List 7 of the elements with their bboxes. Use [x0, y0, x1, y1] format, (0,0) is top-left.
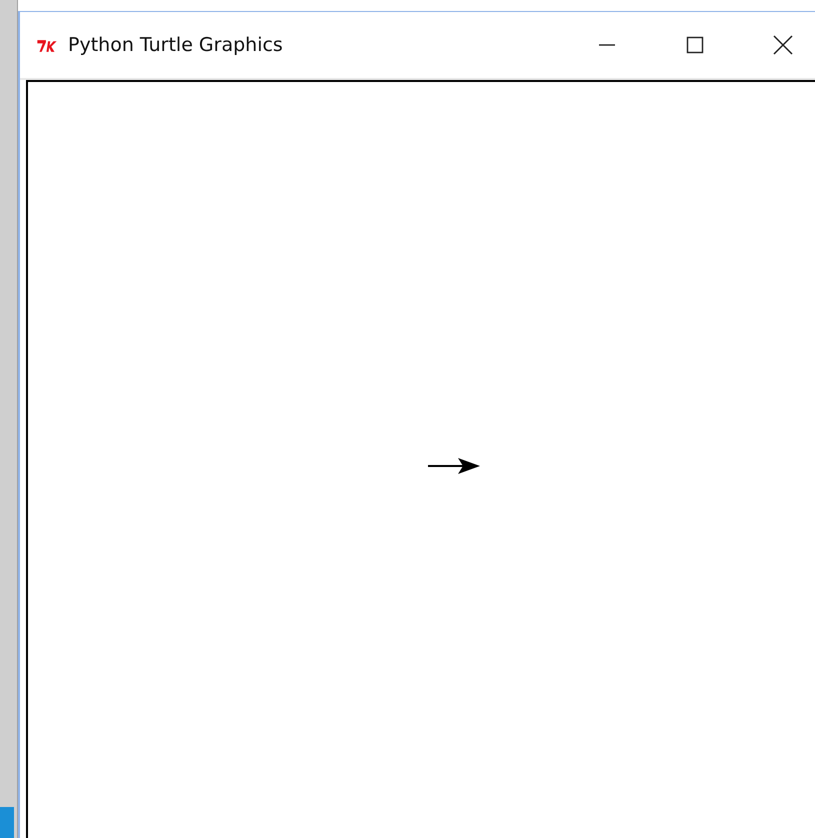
window-title: Python Turtle Graphics: [68, 34, 283, 56]
minimize-icon: [598, 44, 616, 46]
taskbar-edge: [0, 807, 14, 838]
close-icon: [773, 35, 793, 55]
maximize-icon: [686, 36, 704, 54]
arrow-icon: [428, 458, 480, 474]
feather-logo-icon: [36, 38, 58, 52]
